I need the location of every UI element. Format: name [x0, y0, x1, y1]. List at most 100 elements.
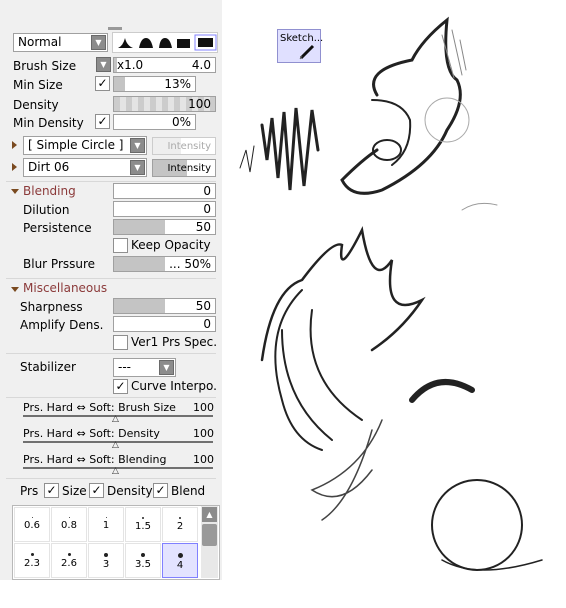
stabilizer-select[interactable]: --- ▼: [113, 358, 176, 377]
size-cell[interactable]: 1: [88, 507, 124, 542]
density-label: Density: [13, 98, 59, 112]
shape-round-icon: [139, 38, 153, 48]
collapse-misc-icon[interactable]: [11, 287, 19, 292]
blending-section-header[interactable]: Blending: [23, 184, 76, 198]
prs-blending-value: 100: [193, 453, 214, 466]
size-dot: [31, 517, 33, 518]
keep-opacity-checkbox[interactable]: [113, 238, 128, 253]
sharpness-field[interactable]: 50: [113, 298, 216, 314]
amplify-density-field[interactable]: 0: [113, 316, 216, 332]
min-density-field[interactable]: 0%: [113, 114, 196, 130]
dilution-field[interactable]: 0: [113, 201, 216, 217]
amplify-density-label: Amplify Dens.: [20, 318, 104, 332]
sketch-button[interactable]: Sketch...: [277, 29, 323, 63]
brush-size-field[interactable]: x1.0 4.0: [113, 57, 216, 73]
blur-pressure-label: Blur Prssure: [23, 257, 96, 271]
brush-shape-icons: [118, 34, 217, 51]
size-cell-label: 0.8: [61, 520, 77, 531]
brush-size-range-dropdown[interactable]: ▼: [96, 57, 111, 72]
size-cell-label: 1: [102, 520, 110, 531]
size-cell[interactable]: 1.5: [125, 507, 161, 542]
size-dot: [179, 517, 181, 519]
texture2-intensity-value: 54: [196, 176, 211, 177]
ver1-prs-checkbox[interactable]: [113, 335, 128, 350]
texture2-value: Dirt 06: [28, 160, 70, 174]
size-cell[interactable]: 0.6: [14, 507, 50, 542]
scrollbar-thumb[interactable]: [202, 524, 217, 546]
grid-scrollbar[interactable]: ▲: [201, 506, 218, 578]
brush-size-label: Brush Size: [13, 59, 77, 73]
size-cell[interactable]: 0.8: [51, 507, 87, 542]
blur-pressure-value: ... 50%: [169, 257, 211, 271]
prs-brush-size-value: 100: [193, 401, 214, 414]
prs-blend-checkbox[interactable]: ✓: [153, 483, 168, 498]
prs-size-checkbox[interactable]: ✓: [44, 483, 59, 498]
chevron-down-icon: ▼: [91, 35, 106, 50]
sketch-artwork: [239, 16, 543, 571]
chevron-down-icon: ▼: [130, 160, 145, 175]
min-density-label: Min Density: [13, 116, 84, 130]
texture2-intensity-label: Intensity: [167, 163, 211, 174]
persistence-field[interactable]: 50: [113, 219, 216, 235]
density-field[interactable]: 100: [113, 96, 216, 112]
prs-blend-label: Blend: [171, 484, 206, 498]
expand-texture2-icon[interactable]: [12, 163, 17, 171]
blending-value: 0: [203, 184, 211, 198]
blending-field[interactable]: 0: [113, 183, 216, 199]
prs-density-checkbox[interactable]: ✓: [89, 483, 104, 498]
panel-grip[interactable]: [108, 27, 122, 30]
brush-shape-selector[interactable]: [112, 32, 218, 53]
texture2-intensity[interactable]: Intensity 54: [152, 159, 216, 177]
min-size-label: Min Size: [13, 78, 63, 92]
size-cell[interactable]: 3.5: [125, 543, 161, 578]
misc-section-header[interactable]: Miscellaneous: [23, 281, 107, 295]
min-density-value: 0%: [171, 115, 191, 129]
size-dot: [68, 517, 70, 518]
min-density-checkbox[interactable]: ✓: [95, 114, 110, 129]
size-dot: [67, 553, 71, 556]
size-dot: [142, 517, 144, 519]
size-cell[interactable]: 2: [162, 507, 198, 542]
stabilizer-label: Stabilizer: [20, 360, 76, 374]
slider-thumb-icon[interactable]: △: [112, 440, 119, 450]
size-dot: [105, 517, 107, 518]
amplify-density-value: 0: [203, 317, 211, 331]
drawing-canvas[interactable]: Sketch...: [222, 0, 566, 605]
min-size-checkbox[interactable]: ✓: [95, 76, 110, 91]
texture1-intensity[interactable]: Intensity 44: [152, 137, 216, 155]
prs-density-label: Prs. Hard ⇔ Soft: Density: [23, 427, 160, 440]
texture1-select[interactable]: [ Simple Circle ] ▼: [23, 136, 147, 155]
prs-density-label2: Density: [107, 484, 153, 498]
size-cell[interactable]: 3: [88, 543, 124, 578]
slider-thumb-icon[interactable]: △: [112, 466, 119, 476]
min-size-field[interactable]: 13%: [113, 76, 196, 92]
size-cell-label: 4: [176, 560, 184, 571]
size-cell[interactable]: 4: [162, 543, 198, 578]
expand-texture1-icon[interactable]: [12, 141, 17, 149]
blend-mode-value: Normal: [18, 35, 62, 49]
collapse-blending-icon[interactable]: [11, 189, 19, 194]
shape-square-icon: [198, 38, 213, 47]
min-size-value: 13%: [164, 77, 191, 91]
curve-interp-checkbox[interactable]: ✓: [113, 379, 128, 394]
blend-mode-select[interactable]: Normal ▼: [13, 33, 108, 52]
brush-size-multiplier: x1.0: [117, 58, 144, 72]
size-cell-label: 0.6: [24, 520, 40, 531]
texture2-select[interactable]: Dirt 06 ▼: [23, 158, 147, 177]
size-cell[interactable]: 2.6: [51, 543, 87, 578]
size-cell-label: 1.5: [135, 521, 151, 532]
sharpness-label: Sharpness: [20, 300, 83, 314]
prs-label: Prs: [20, 484, 39, 498]
chevron-down-icon: ▼: [159, 360, 174, 375]
texture1-intensity-label: Intensity: [167, 141, 211, 152]
size-dot: [30, 553, 34, 556]
prs-density-value: 100: [193, 427, 214, 440]
persistence-value: 50: [195, 220, 211, 234]
prs-brush-size-label: Prs. Hard ⇔ Soft: Brush Size: [23, 401, 176, 414]
blur-pressure-field[interactable]: ... 50%: [113, 256, 216, 272]
chevron-down-icon: ▼: [130, 138, 145, 153]
slider-thumb-icon[interactable]: △: [112, 414, 119, 424]
size-cell[interactable]: 2.3: [14, 543, 50, 578]
tool-settings-panel: Normal ▼ Brush Size ▼ x1.0 4.0 Min Size ✓ …: [0, 0, 222, 580]
scroll-up-icon[interactable]: ▲: [202, 507, 217, 522]
